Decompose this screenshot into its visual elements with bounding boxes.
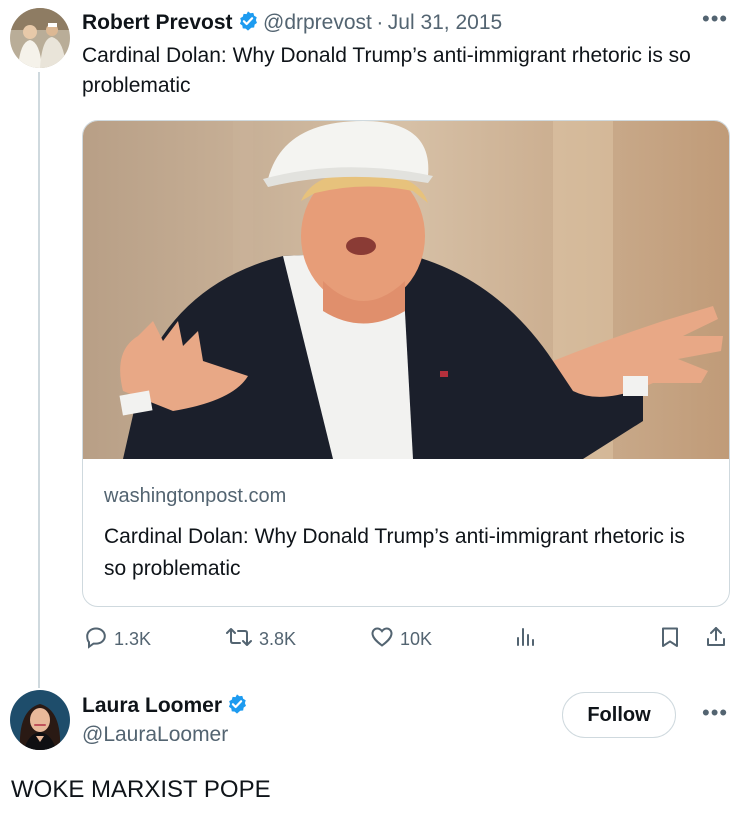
share-icon [704,625,734,654]
author-name[interactable]: Robert Prevost [82,11,233,34]
like-count: 10K [400,629,433,649]
link-card[interactable]: washingtonpost.com Cardinal Dolan: Why D… [82,120,730,607]
reply-author-name[interactable]: Laura Loomer [82,694,222,717]
verified-badge-icon [237,10,259,37]
verified-badge-icon [226,693,248,720]
reply-icon [84,625,114,654]
reply-text: WOKE MARXIST POPE [11,776,271,803]
card-title: Cardinal Dolan: Why Donald Trump’s anti-… [104,525,685,580]
reply-author-handle[interactable]: @LauraLoomer [82,723,228,747]
reply-button[interactable]: 1.3K [84,625,151,654]
bookmark-button[interactable] [658,625,688,654]
heart-icon [370,625,400,654]
share-button[interactable] [704,625,734,654]
reply-more-options-icon[interactable]: ••• [702,700,728,726]
tweet-text: Cardinal Dolan: Why Donald Trump’s anti-… [82,44,691,97]
thread-connector-line [38,72,40,688]
more-options-icon[interactable]: ••• [702,6,728,32]
tweet-date[interactable]: Jul 31, 2015 [388,11,502,34]
reply-count: 1.3K [114,629,152,649]
avatar[interactable] [10,8,70,68]
bookmark-icon [658,625,688,654]
card-image [83,121,729,459]
repost-count: 3.8K [259,629,297,649]
card-domain: washingtonpost.com [104,485,287,507]
date-separator: · [376,11,384,34]
follow-button[interactable]: Follow [562,692,676,738]
views-button[interactable] [514,625,544,654]
reply-avatar[interactable] [10,690,70,750]
repost-icon [225,625,259,654]
like-button[interactable]: 10K [370,625,432,654]
tweet-header: Robert Prevost @drprevost · Jul 31, 2015 [82,10,502,37]
analytics-icon [514,625,544,654]
reply-header: Laura Loomer [82,693,248,720]
repost-button[interactable]: 3.8K [225,625,296,654]
author-handle[interactable]: @drprevost [263,11,372,34]
